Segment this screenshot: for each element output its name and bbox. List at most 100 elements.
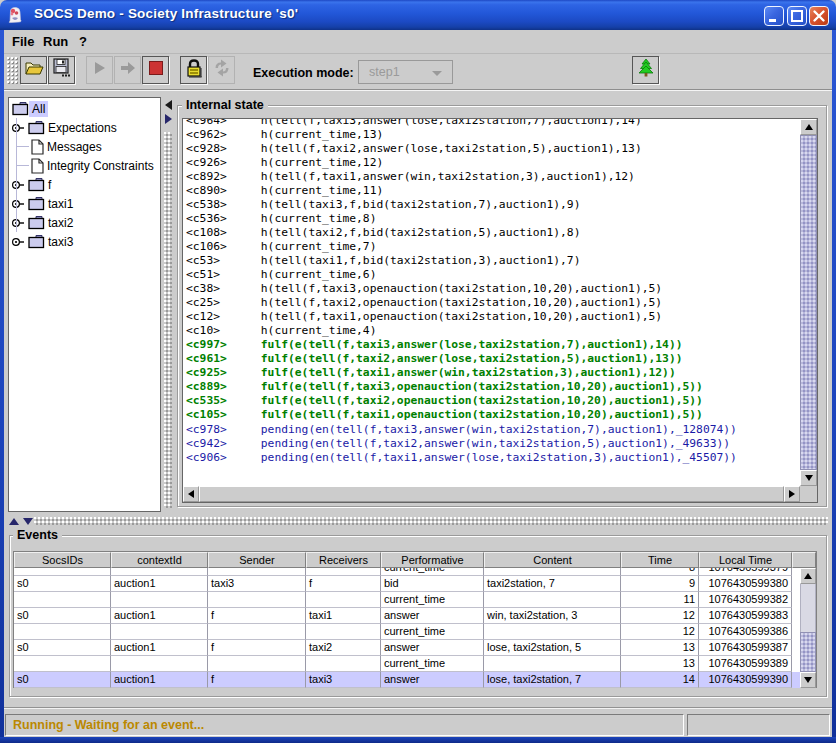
tree-item-label[interactable]: taxi2 <box>45 215 76 231</box>
table-cell[interactable]: 9 <box>621 576 699 592</box>
table-cell[interactable]: lose, taxi2station, 5 <box>484 640 621 656</box>
table-cell[interactable]: answer <box>381 640 484 656</box>
table-row[interactable]: current_time111076430599382 <box>14 592 800 608</box>
save-button[interactable] <box>48 56 75 84</box>
column-header-contextid[interactable]: contextId <box>111 552 208 568</box>
table-cell[interactable]: current_time <box>381 624 484 640</box>
tree-item-expectations[interactable]: Expectations <box>9 118 160 137</box>
table-cell[interactable] <box>208 656 306 672</box>
table-cell[interactable]: lose, taxi2station, 7 <box>484 672 621 688</box>
tree-item-integrity-constraints[interactable]: Integrity Constraints <box>9 156 160 175</box>
scroll-up-button[interactable] <box>800 568 816 584</box>
tree-item-taxi1[interactable]: taxi1 <box>9 194 160 213</box>
expand-handle-icon[interactable] <box>11 237 25 247</box>
table-cell[interactable] <box>111 656 208 672</box>
table-cell[interactable]: answer <box>381 672 484 688</box>
table-cell[interactable]: taxi1 <box>306 608 381 624</box>
table-cell[interactable]: 13 <box>621 640 699 656</box>
menu-help[interactable]: ? <box>77 33 89 51</box>
table-cell[interactable] <box>306 624 381 640</box>
execution-mode-combobox[interactable]: step1 <box>358 60 453 84</box>
tree-item-label[interactable]: Expectations <box>45 120 120 136</box>
table-cell[interactable] <box>306 568 381 576</box>
menu-run[interactable]: Run <box>41 33 70 51</box>
vertical-split-divider[interactable] <box>163 92 173 512</box>
split-expand-down-icon[interactable] <box>23 518 33 525</box>
toolbar-grip[interactable] <box>7 57 19 85</box>
table-cell[interactable]: s0 <box>14 576 111 592</box>
table-cell[interactable] <box>14 592 111 608</box>
table-cell[interactable] <box>484 592 621 608</box>
table-cell[interactable] <box>14 624 111 640</box>
maximize-button[interactable] <box>787 6 807 26</box>
table-cell[interactable]: 1076430599386 <box>699 624 792 640</box>
table-cell[interactable]: answer <box>381 608 484 624</box>
table-cell[interactable]: 12 <box>621 624 699 640</box>
expand-handle-icon[interactable] <box>11 218 25 228</box>
table-cell[interactable] <box>484 624 621 640</box>
tree-item-taxi3[interactable]: taxi3 <box>9 232 160 251</box>
table-cell[interactable] <box>484 656 621 672</box>
title-bar[interactable]: SOCS Demo - Society Infrastructure 's0' <box>0 0 836 30</box>
table-cell[interactable] <box>111 568 208 576</box>
table-cell[interactable]: auction1 <box>111 576 208 592</box>
minimize-button[interactable] <box>764 6 784 26</box>
table-row[interactable]: s0auction1ftaxi3answerlose, taxi2station… <box>14 672 800 688</box>
play-button[interactable] <box>86 56 113 84</box>
column-header-receivers[interactable]: Receivers <box>306 552 381 568</box>
split-expand-right-icon[interactable] <box>165 114 172 124</box>
split-collapse-left-icon[interactable] <box>165 100 172 110</box>
table-cell[interactable]: 14 <box>621 672 699 688</box>
column-header-time[interactable]: Time <box>621 552 699 568</box>
table-cell[interactable]: 1076430599387 <box>699 640 792 656</box>
table-cell[interactable]: f <box>208 608 306 624</box>
scrollbar-thumb[interactable] <box>199 486 784 502</box>
expand-handle-icon[interactable] <box>11 123 25 133</box>
scroll-down-button[interactable] <box>800 470 817 486</box>
lock-button[interactable] <box>180 56 207 84</box>
table-cell[interactable]: s0 <box>14 672 111 688</box>
table-cell[interactable]: 1076430599382 <box>699 592 792 608</box>
table-cell[interactable]: 1076430599389 <box>699 656 792 672</box>
internal-state-textarea[interactable]: <c964> h(tell(f,taxi3,answer(lose,taxi2s… <box>183 119 801 486</box>
table-cell[interactable]: 11 <box>621 592 699 608</box>
table-cell[interactable] <box>14 656 111 672</box>
table-cell[interactable]: auction1 <box>111 672 208 688</box>
table-cell[interactable]: current_time <box>381 656 484 672</box>
scroll-right-button[interactable] <box>784 486 800 502</box>
tree-item-label[interactable]: Messages <box>44 139 105 155</box>
tree-item-taxi2[interactable]: taxi2 <box>9 213 160 232</box>
table-cell[interactable] <box>208 568 306 576</box>
table-cell[interactable]: auction1 <box>111 608 208 624</box>
column-header-socsids[interactable]: SocsIDs <box>14 552 111 568</box>
tree-item-label[interactable]: Integrity Constraints <box>44 158 157 174</box>
scroll-left-button[interactable] <box>183 486 199 502</box>
table-cell[interactable]: current_time <box>381 568 484 576</box>
table-row[interactable]: s0auction1ftaxi1answerwin, taxi2station,… <box>14 608 800 624</box>
table-row[interactable]: current_time81076430599379 <box>14 568 800 576</box>
scroll-up-button[interactable] <box>800 119 817 135</box>
table-cell[interactable] <box>208 624 306 640</box>
split-collapse-up-icon[interactable] <box>9 518 19 525</box>
expand-handle-icon[interactable] <box>11 199 25 209</box>
scrollbar-thumb[interactable] <box>800 632 816 672</box>
open-folder-button[interactable] <box>20 56 47 84</box>
tree-item-label[interactable]: f <box>45 177 54 193</box>
table-row[interactable]: s0auction1taxi3fbidtaxi2station, 7910764… <box>14 576 800 592</box>
table-cell[interactable]: f <box>208 640 306 656</box>
table-cell[interactable]: 12 <box>621 608 699 624</box>
table-cell[interactable] <box>484 568 621 576</box>
step-forward-button[interactable] <box>114 56 141 84</box>
table-cell[interactable]: auction1 <box>111 640 208 656</box>
table-cell[interactable] <box>111 592 208 608</box>
table-cell[interactable] <box>306 656 381 672</box>
table-cell[interactable]: bid <box>381 576 484 592</box>
table-cell[interactable]: 1076430599383 <box>699 608 792 624</box>
table-row[interactable]: current_time 121076430599386 <box>14 624 800 640</box>
table-cell[interactable]: 1076430599390 <box>699 672 792 688</box>
table-cell[interactable] <box>208 592 306 608</box>
tree-item-all[interactable]: All <box>9 99 160 118</box>
horizontal-split-divider[interactable] <box>4 516 832 526</box>
table-cell[interactable]: taxi3 <box>208 576 306 592</box>
stop-button[interactable] <box>142 56 169 84</box>
